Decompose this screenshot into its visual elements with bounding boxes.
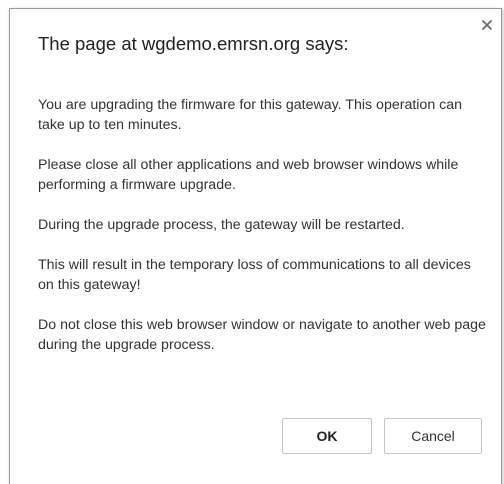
close-icon[interactable] (481, 19, 493, 31)
message-paragraph: You are upgrading the firmware for this … (38, 97, 463, 133)
dialog-title: The page at wgdemo.emrsn.org says: (38, 33, 349, 54)
dialog-buttons: OK Cancel (282, 418, 482, 454)
ok-button[interactable]: OK (282, 418, 372, 454)
message-paragraph: This will result in the temporary loss o… (38, 257, 471, 293)
message-paragraph: Do not close this web browser window or … (38, 317, 486, 353)
alert-dialog: The page at wgdemo.emrsn.org says: You a… (9, 8, 502, 484)
message-paragraph: During the upgrade process, the gateway … (38, 217, 405, 233)
cancel-button[interactable]: Cancel (384, 418, 482, 454)
message-paragraph: Please close all other applications and … (38, 157, 459, 193)
dialog-message: You are upgrading the firmware for this … (38, 95, 488, 375)
